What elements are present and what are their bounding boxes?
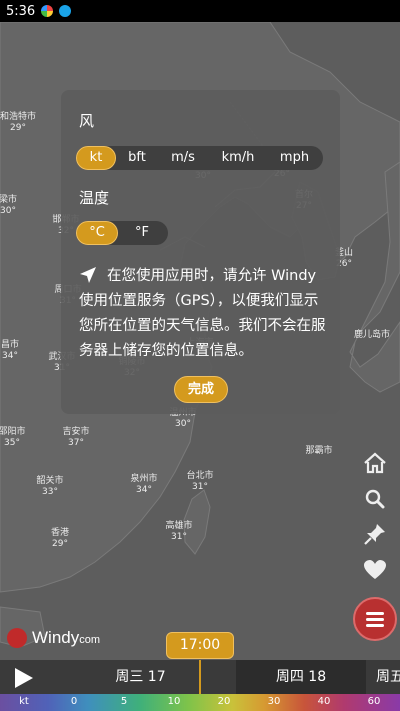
- city-label[interactable]: 泉州市 34°: [130, 474, 157, 496]
- city-temperature: 35°: [4, 438, 20, 448]
- city-label[interactable]: 鹿儿岛市: [354, 330, 390, 341]
- menu-bar-icon: [366, 612, 384, 615]
- temp-unit-fahrenheit[interactable]: °F: [118, 221, 166, 245]
- wind-unit-label: 风: [79, 112, 95, 130]
- city-temperature: 29°: [52, 539, 68, 549]
- city-label[interactable]: 韶关市 33°: [36, 476, 63, 498]
- city-name: 邵阳市: [0, 427, 26, 437]
- legend-tick: 5: [120, 696, 128, 707]
- city-temperature: 34°: [136, 485, 152, 495]
- legend-tick: 10: [167, 696, 181, 707]
- city-label[interactable]: 和浩特市 29°: [0, 112, 36, 134]
- city-name: 韶关市: [36, 476, 64, 486]
- city-label[interactable]: 高雄市 31°: [165, 521, 192, 543]
- temperature-unit-selector: °C °F: [76, 221, 168, 245]
- city-name: 台北市: [186, 471, 214, 481]
- city-name: 和浩特市: [0, 112, 37, 122]
- temperature-unit-label: 温度: [79, 189, 110, 207]
- city-temperature: 30°: [175, 419, 191, 429]
- city-temperature: 37°: [68, 438, 84, 448]
- windy-logo-text: Windycom: [32, 628, 101, 647]
- pin-icon[interactable]: [362, 521, 388, 547]
- city-label[interactable]: 昌市 34°: [1, 340, 19, 362]
- city-name: 鹿儿岛市: [353, 330, 391, 340]
- legend-tick: 20: [217, 696, 231, 707]
- city-label[interactable]: 香港 29°: [51, 528, 69, 550]
- heart-icon[interactable]: [362, 557, 388, 583]
- temp-unit-celsius[interactable]: °C: [76, 221, 118, 245]
- city-name: 吉安市: [62, 427, 90, 437]
- legend-tick: 0: [70, 696, 78, 707]
- city-label[interactable]: 吉安市 37°: [62, 427, 89, 449]
- city-name: 昌市: [0, 340, 20, 350]
- city-name: 梁市: [0, 195, 18, 205]
- legend-unit: kt: [19, 696, 29, 707]
- city-label[interactable]: 梁市 30°: [0, 195, 17, 217]
- menu-bar-icon: [366, 618, 384, 621]
- wind-unit-mph[interactable]: mph: [268, 146, 321, 170]
- legend-tick: 60: [367, 696, 381, 707]
- menu-bar-icon: [366, 624, 384, 627]
- wind-unit-bft[interactable]: bft: [116, 146, 158, 170]
- wind-unit-kt[interactable]: kt: [76, 146, 116, 170]
- wind-unit-ms[interactable]: m/s: [158, 146, 208, 170]
- city-name: 高雄市: [165, 521, 193, 531]
- timeline-current-marker: [199, 660, 201, 694]
- timeline-day-wed[interactable]: 周三 17: [48, 660, 233, 694]
- city-temperature: 31°: [171, 532, 187, 542]
- menu-button[interactable]: [353, 597, 397, 641]
- done-button[interactable]: 完成: [174, 376, 228, 403]
- legend-tick: 40: [317, 696, 331, 707]
- wind-speed-legend: kt 0 5 10 20 30 40 60: [0, 694, 400, 711]
- status-bar: 5:36: [0, 0, 400, 22]
- timeline-day-fri[interactable]: 周五: [370, 660, 400, 694]
- city-temperature: 33°: [42, 487, 58, 497]
- play-icon[interactable]: [15, 668, 33, 688]
- city-temperature: 29°: [10, 123, 26, 133]
- current-time-bubble[interactable]: 17:00: [166, 632, 234, 659]
- city-temperature: 31°: [192, 482, 208, 492]
- location-permission-message: 在您使用应用时，请允许 Windy 使用位置服务（GPS），以便我们显示您所在位…: [79, 268, 326, 359]
- timeline-day-thu[interactable]: 周四 18: [236, 660, 366, 694]
- units-permission-dialog: 风 kt bft m/s km/h mph 温度 °C °F 在您使用应用时，请…: [61, 90, 340, 414]
- city-label[interactable]: 那霸市: [305, 446, 332, 457]
- city-temperature: 34°: [2, 351, 18, 361]
- app-notification-icon: [41, 5, 54, 17]
- windy-logo: Windycom: [7, 628, 100, 648]
- city-label[interactable]: 邵阳市 35°: [0, 427, 26, 449]
- city-temperature: 30°: [0, 206, 16, 216]
- status-time: 5:36: [6, 3, 36, 19]
- water-drop-notification-icon: [59, 5, 72, 17]
- city-label[interactable]: 台北市 31°: [186, 471, 213, 493]
- city-name: 那霸市: [305, 446, 333, 456]
- legend-tick: 30: [267, 696, 281, 707]
- wind-unit-selector: kt bft m/s km/h mph: [76, 146, 323, 170]
- city-name: 泉州市: [130, 474, 158, 484]
- home-icon[interactable]: [362, 450, 388, 476]
- forecast-timeline[interactable]: 周三 17 周四 18 周五: [0, 660, 400, 694]
- city-name: 香港: [50, 528, 70, 538]
- windy-logo-icon: [7, 628, 27, 648]
- search-icon[interactable]: [362, 486, 388, 512]
- wind-unit-kmh[interactable]: km/h: [208, 146, 268, 170]
